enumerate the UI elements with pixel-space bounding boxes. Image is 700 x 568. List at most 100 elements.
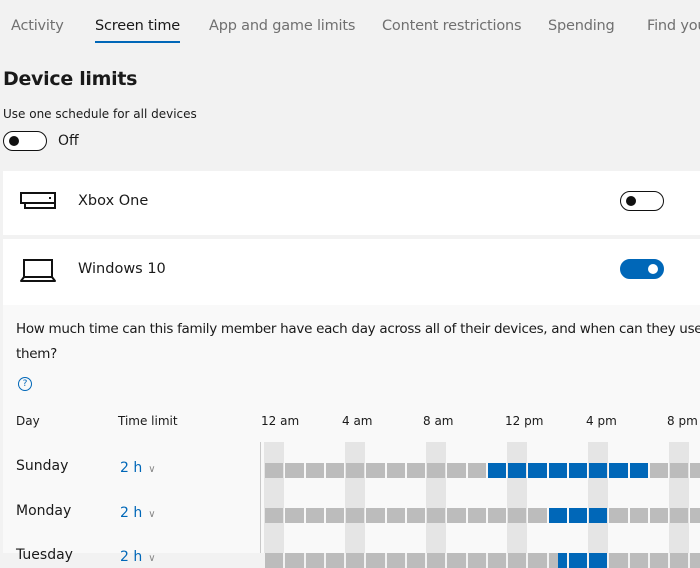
time-slot-cell[interactable]	[467, 553, 477, 568]
time-slot-cell[interactable]	[285, 553, 295, 568]
time-slot-cell[interactable]	[355, 508, 365, 523]
xbox-one-toggle[interactable]	[620, 191, 664, 211]
time-slot-cell[interactable]	[476, 553, 486, 568]
time-slot-cell[interactable]	[638, 508, 648, 523]
time-slot-cell[interactable]	[415, 508, 425, 523]
tab-spending[interactable]: Spending	[548, 18, 615, 34]
time-slot-cell[interactable]	[476, 463, 486, 478]
one-schedule-toggle[interactable]	[3, 131, 47, 151]
time-slot-cell[interactable]	[598, 463, 608, 478]
time-slot-cell[interactable]	[427, 463, 437, 478]
time-slot-cell[interactable]	[548, 553, 558, 568]
time-slot-cell[interactable]	[568, 463, 578, 478]
time-slot-cell[interactable]	[638, 553, 648, 568]
time-slot-cell[interactable]	[658, 508, 668, 523]
time-slot-cell[interactable]	[265, 553, 275, 568]
time-slot-cell[interactable]	[568, 508, 578, 523]
time-slot-cell[interactable]	[427, 508, 437, 523]
time-slot-cell[interactable]	[467, 508, 477, 523]
time-slot-cell[interactable]	[294, 463, 304, 478]
time-slot-cell[interactable]	[649, 463, 659, 478]
time-slot-cell[interactable]	[618, 553, 628, 568]
tab-content-restrictions[interactable]: Content restrictions	[382, 18, 522, 34]
time-slot-cell[interactable]	[496, 553, 506, 568]
time-slot-cell[interactable]	[375, 553, 385, 568]
time-slot-cell[interactable]	[395, 553, 405, 568]
time-slot-cell[interactable]	[456, 463, 466, 478]
time-limit-dropdown-tuesday[interactable]: 2 h ∨	[120, 549, 156, 565]
time-slot-cell[interactable]	[375, 463, 385, 478]
tab-screen-time[interactable]: Screen time	[95, 18, 180, 43]
time-slot-cell[interactable]	[447, 508, 457, 523]
time-slot-cell[interactable]	[305, 553, 315, 568]
time-slot-cell[interactable]	[658, 463, 668, 478]
time-slot-cell[interactable]	[406, 463, 416, 478]
time-slot-cell[interactable]	[456, 508, 466, 523]
time-slot-cell[interactable]	[314, 463, 324, 478]
tab-app-and-game-limits[interactable]: App and game limits	[209, 18, 355, 34]
time-slot-cell[interactable]	[679, 508, 689, 523]
time-slot-cell[interactable]	[658, 553, 668, 568]
time-slot-cell[interactable]	[679, 553, 689, 568]
time-slot-cell[interactable]	[690, 553, 700, 568]
time-slot-cell[interactable]	[447, 553, 457, 568]
help-circle-icon[interactable]: ?	[18, 377, 32, 391]
time-slot-cell[interactable]	[528, 508, 538, 523]
time-slot-cell[interactable]	[517, 553, 527, 568]
time-slot-cell[interactable]	[346, 553, 356, 568]
time-slot-cell[interactable]	[386, 553, 396, 568]
time-slot-cell[interactable]	[274, 553, 284, 568]
time-slot-cell[interactable]	[325, 463, 335, 478]
time-slot-cell[interactable]	[366, 508, 376, 523]
time-slot-cell[interactable]	[670, 508, 680, 523]
time-slot-cell[interactable]	[670, 553, 680, 568]
time-slot-cell[interactable]	[436, 508, 446, 523]
time-slot-cell[interactable]	[690, 463, 700, 478]
time-slot-cell[interactable]	[285, 508, 295, 523]
time-slot-cell[interactable]	[274, 463, 284, 478]
time-slot-cell[interactable]	[386, 508, 396, 523]
time-slot-cell[interactable]	[325, 553, 335, 568]
time-slot-cell[interactable]	[568, 553, 578, 568]
time-slot-cell[interactable]	[598, 553, 608, 568]
time-slot-cell[interactable]	[294, 553, 304, 568]
time-slot-cell[interactable]	[406, 508, 416, 523]
time-slot-cell[interactable]	[496, 463, 506, 478]
time-slot-cell[interactable]	[589, 553, 599, 568]
time-slot-cell[interactable]	[346, 508, 356, 523]
time-slot-cell[interactable]	[629, 508, 639, 523]
tab-find-your-child[interactable]: Find your child	[647, 18, 700, 34]
time-slot-cell[interactable]	[649, 553, 659, 568]
time-slot-cell[interactable]	[274, 508, 284, 523]
time-slot-cell[interactable]	[537, 553, 547, 568]
time-slot-cell[interactable]	[314, 553, 324, 568]
time-slot-cell[interactable]	[548, 463, 558, 478]
time-slot-cell[interactable]	[467, 463, 477, 478]
time-slot-cell[interactable]	[589, 508, 599, 523]
time-slot-cell[interactable]	[649, 508, 659, 523]
time-slot-cell[interactable]	[305, 463, 315, 478]
time-slot-cell[interactable]	[508, 508, 518, 523]
time-slot-cell[interactable]	[294, 508, 304, 523]
time-slot-cell[interactable]	[395, 508, 405, 523]
time-slot-cell[interactable]	[355, 463, 365, 478]
time-slot-cell[interactable]	[517, 508, 527, 523]
time-slot-cell[interactable]	[618, 508, 628, 523]
time-slot-cell[interactable]	[629, 553, 639, 568]
time-slot-cell[interactable]	[557, 508, 567, 523]
windows-10-toggle[interactable]	[620, 259, 664, 279]
time-slot-cell[interactable]	[366, 463, 376, 478]
time-slot-cell[interactable]	[436, 463, 446, 478]
time-slot-cell[interactable]	[557, 553, 567, 568]
time-slot-cell[interactable]	[577, 553, 587, 568]
time-slot-cell[interactable]	[355, 553, 365, 568]
time-slot-cell[interactable]	[508, 463, 518, 478]
time-slot-cell[interactable]	[508, 553, 518, 568]
time-slot-cell[interactable]	[557, 463, 567, 478]
time-slot-cell[interactable]	[679, 463, 689, 478]
time-slot-cell[interactable]	[577, 463, 587, 478]
time-slot-cell[interactable]	[456, 553, 466, 568]
time-slot-cell[interactable]	[537, 508, 547, 523]
time-slot-cell[interactable]	[528, 463, 538, 478]
time-slot-cell[interactable]	[476, 508, 486, 523]
